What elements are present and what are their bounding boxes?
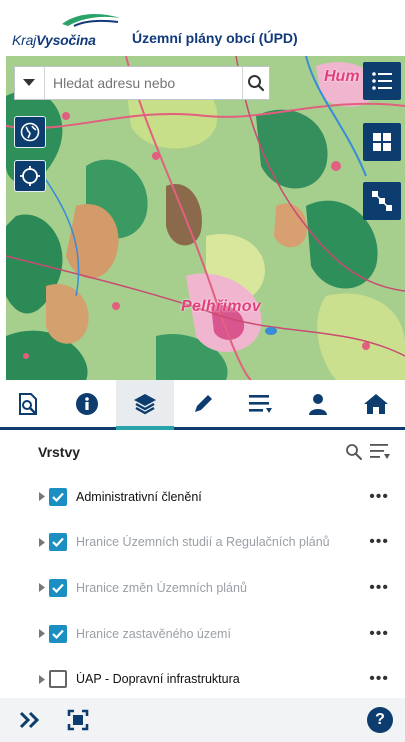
tool-draw[interactable] bbox=[174, 380, 232, 427]
search-dropdown-button[interactable] bbox=[15, 67, 45, 99]
layers-panel-title: Vrstvy bbox=[38, 444, 81, 460]
layer-more-options-icon[interactable]: ••• bbox=[365, 488, 389, 504]
main-toolbar bbox=[0, 380, 405, 430]
network-tool-button[interactable] bbox=[363, 182, 401, 220]
layer-checkbox[interactable] bbox=[49, 487, 67, 506]
layer-row[interactable]: Hranice zastavěného území ••• bbox=[0, 611, 405, 657]
layers-panel-tools bbox=[345, 442, 391, 462]
user-icon bbox=[309, 393, 328, 415]
layer-label: Administrativní členění bbox=[76, 489, 202, 504]
tool-legend[interactable] bbox=[231, 380, 289, 427]
network-icon bbox=[372, 191, 392, 211]
layer-search-icon[interactable] bbox=[345, 443, 363, 461]
app-root: KrajVysočina Územní plány obcí (ÚPD) Hum… bbox=[0, 0, 405, 742]
layer-more-options-icon[interactable]: ••• bbox=[365, 625, 389, 641]
tool-layers[interactable] bbox=[115, 380, 174, 430]
basemap-globe-button[interactable] bbox=[14, 116, 46, 148]
address-search-input[interactable] bbox=[44, 67, 242, 99]
checkmark-icon bbox=[52, 492, 64, 502]
grid-view-button[interactable] bbox=[363, 123, 401, 161]
layer-label: Hranice změn Územních plánů bbox=[76, 580, 247, 595]
layers-panel: Vrstvy Administrativní členění ••• Hranice… bbox=[0, 430, 405, 698]
layers-icon bbox=[133, 393, 156, 414]
layer-label: Hranice Územních studií a Regulačních pl… bbox=[76, 535, 330, 550]
map-label-town-main: Pelhřimov bbox=[181, 298, 262, 315]
logo-swoosh-icon bbox=[62, 14, 120, 27]
layer-more-options-icon[interactable]: ••• bbox=[365, 579, 389, 595]
kraj-vysocina-logo[interactable]: KrajVysočina bbox=[12, 8, 124, 48]
expand-caret-icon[interactable] bbox=[37, 629, 47, 639]
map-view[interactable]: Hum Pelhřimov bbox=[6, 56, 405, 380]
logo-brand: Vysočina bbox=[36, 32, 96, 48]
app-header: KrajVysočina Územní plány obcí (ÚPD) bbox=[0, 0, 405, 56]
layer-label: Hranice zastavěného území bbox=[76, 626, 231, 641]
list-icon bbox=[372, 72, 392, 90]
layer-checkbox[interactable] bbox=[49, 533, 67, 552]
layer-more-options-icon[interactable]: ••• bbox=[365, 534, 389, 550]
app-title: Územní plány obcí (ÚPD) bbox=[132, 30, 298, 46]
layer-row[interactable]: Hranice Územních studií a Regulačních pl… bbox=[0, 520, 405, 566]
grid-icon bbox=[373, 133, 391, 151]
layer-checkbox[interactable] bbox=[49, 624, 67, 643]
layer-row[interactable]: Administrativní členění ••• bbox=[0, 474, 405, 520]
search-button[interactable] bbox=[241, 67, 269, 99]
collapse-panel-button[interactable] bbox=[12, 702, 48, 738]
home-icon bbox=[364, 393, 389, 414]
map-label-town-corner: Hum bbox=[324, 68, 360, 85]
layer-row[interactable]: Hranice změn Územních plánů ••• bbox=[0, 565, 405, 611]
fullscreen-icon bbox=[67, 709, 89, 731]
legend-list-icon bbox=[249, 394, 273, 413]
crosshair-icon bbox=[20, 166, 40, 186]
search-icon bbox=[247, 75, 265, 92]
double-chevron-right-icon bbox=[19, 711, 40, 729]
layer-checkbox[interactable] bbox=[49, 670, 67, 689]
tool-home[interactable] bbox=[347, 380, 405, 427]
map-tiles[interactable] bbox=[6, 56, 405, 380]
layer-filter-icon[interactable] bbox=[369, 442, 391, 462]
expand-caret-icon[interactable] bbox=[37, 492, 47, 502]
caret-down-icon bbox=[23, 79, 36, 86]
expand-caret-icon[interactable] bbox=[37, 674, 47, 684]
fullscreen-button[interactable] bbox=[60, 702, 96, 738]
tool-search-document[interactable] bbox=[0, 380, 58, 427]
layer-list: Administrativní členění ••• Hranice Územní… bbox=[0, 474, 405, 702]
logo-text: KrajVysočina bbox=[12, 32, 96, 48]
logo-prefix: Kraj bbox=[12, 32, 37, 48]
search-document-icon bbox=[18, 392, 37, 415]
tool-info[interactable] bbox=[58, 380, 116, 427]
layers-panel-header: Vrstvy bbox=[0, 430, 405, 474]
panel-footer: ? bbox=[0, 698, 405, 742]
checkmark-icon bbox=[52, 629, 64, 639]
expand-caret-icon[interactable] bbox=[37, 537, 47, 547]
pencil-icon bbox=[194, 394, 212, 412]
checkmark-icon bbox=[52, 538, 64, 548]
address-search bbox=[14, 66, 270, 100]
layer-more-options-icon[interactable]: ••• bbox=[365, 671, 389, 687]
layer-row[interactable]: ÚAP - Dopravní infrastruktura ••• bbox=[0, 656, 405, 702]
legend-list-button[interactable] bbox=[363, 62, 401, 100]
layer-checkbox[interactable] bbox=[49, 578, 67, 597]
globe-icon bbox=[20, 122, 40, 142]
tool-user[interactable] bbox=[289, 380, 347, 427]
expand-caret-icon[interactable] bbox=[37, 583, 47, 593]
layer-label: ÚAP - Dopravní infrastruktura bbox=[76, 672, 240, 687]
checkmark-icon bbox=[52, 583, 64, 593]
info-icon bbox=[75, 392, 98, 415]
locate-me-button[interactable] bbox=[14, 160, 46, 192]
help-button[interactable]: ? bbox=[367, 707, 393, 733]
